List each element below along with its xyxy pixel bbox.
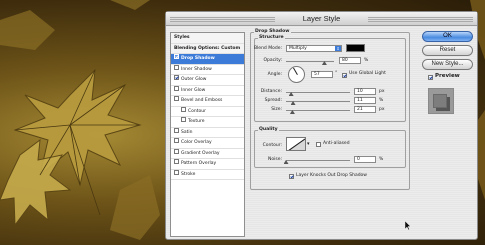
style-item-checkbox[interactable] [174,85,179,91]
style-item-inner-shadow[interactable]: Inner Shadow [171,64,244,75]
opacity-unit: % [364,58,369,63]
style-item-label: Stroke [181,171,196,177]
distance-unit: px [379,89,385,94]
spread-slider[interactable] [286,101,350,102]
contour-dropdown-arrow-icon[interactable]: ▾ [307,141,310,147]
size-label: Size: [271,107,282,112]
style-item-label: Color Overlay [181,140,212,145]
style-item-checkbox[interactable] [174,96,179,101]
size-unit: px [379,107,385,112]
contour-label: Contour: [262,143,282,148]
angle-unit: ° [335,71,338,76]
dialog-title: Layer Style [302,14,341,23]
style-item-label: Satin [181,129,193,135]
style-item-checkbox[interactable] [174,64,179,70]
blend-mode-select[interactable]: Multiply ⇕ [286,45,342,52]
noise-slider[interactable] [286,160,350,161]
spread-field[interactable]: 11 [354,97,376,104]
style-item-stroke[interactable]: Stroke [171,169,244,180]
select-arrows-icon: ⇕ [335,46,341,51]
style-item-gradient-overlay[interactable]: Gradient Overlay [171,148,244,159]
use-global-light-checkbox[interactable] [342,73,347,78]
noise-unit: % [379,157,384,162]
spread-unit: % [379,98,384,103]
style-item-label: Blending Options: Custom [174,45,241,51]
blend-mode-label: Blend Mode: [253,46,282,51]
style-item-inner-glow[interactable]: Inner Glow [171,85,244,96]
blend-mode-value: Multiply [289,46,307,51]
contour-curve-icon[interactable] [286,137,306,151]
angle-dial-hand [293,67,298,75]
opacity-field[interactable]: 80 [339,57,361,64]
structure-title: Structure [258,35,285,40]
style-item-styles[interactable]: Styles [171,33,244,44]
drop-shadow-title: Drop Shadow [254,29,291,34]
noise-label: Noise: [268,157,282,162]
layer-knocks-out-label: Layer Knocks Out Drop Shadow [296,173,367,178]
ok-button[interactable]: OK [422,31,473,42]
layer-knocks-out-checkbox[interactable] [289,174,294,179]
titlebar-grip [368,16,473,22]
distance-field[interactable]: 10 [354,88,376,95]
distance-label: Distance: [260,89,282,94]
anti-aliased-checkbox[interactable] [316,142,321,147]
style-item-checkbox[interactable] [181,117,186,122]
opacity-label: Opacity: [263,58,283,63]
preview-checkbox[interactable] [428,75,433,80]
style-item-checkbox[interactable] [174,127,179,133]
style-preview-thumbnail [428,88,454,114]
style-item-checkbox[interactable] [174,169,179,175]
layer-style-dialog: Layer Style Styles Blending Options: Cust… [165,11,478,240]
style-item-bevel-and-emboss[interactable]: Bevel and Emboss [171,96,244,107]
style-item-checkbox[interactable] [174,159,179,164]
style-item-satin[interactable]: Satin [171,127,244,138]
new-style-button[interactable]: New Style... [422,59,473,70]
shadow-color-swatch[interactable] [346,44,365,52]
style-item-label: Bevel and Emboss [181,98,223,103]
style-item-checkbox[interactable] [174,54,179,59]
style-item-label: Outer Glow [181,77,207,82]
style-item-blending-options-custom[interactable]: Blending Options: Custom [171,43,244,54]
opacity-slider[interactable] [286,61,334,62]
dialog-titlebar[interactable]: Layer Style [166,12,477,26]
style-item-pattern-overlay[interactable]: Pattern Overlay [171,159,244,170]
style-item-color-overlay[interactable]: Color Overlay [171,138,244,149]
spread-label: Spread: [264,98,282,103]
style-item-label: Texture [188,119,205,124]
style-item-drop-shadow[interactable]: Drop Shadow [171,54,244,65]
angle-field[interactable]: 57 [311,71,333,78]
style-item-checkbox[interactable] [174,75,179,80]
use-global-light-label: Use Global Light [349,71,386,76]
angle-dial-icon[interactable] [288,66,305,83]
quality-group [254,130,406,168]
style-item-checkbox[interactable] [174,138,179,143]
style-item-checkbox[interactable] [174,148,179,154]
style-item-label: Pattern Overlay [181,161,217,166]
quality-title: Quality [258,127,279,132]
preview-square [433,94,447,108]
style-item-label: Styles [174,35,190,40]
contour-curve-graphic [288,138,305,150]
style-item-label: Inner Shadow [181,66,212,72]
style-item-label: Inner Glow [181,87,206,93]
styles-list: Styles Blending Options: Custom Drop Shado… [170,32,245,237]
angle-label: Angle: [267,72,282,77]
style-item-checkbox[interactable] [181,106,186,112]
style-item-outer-glow[interactable]: Outer Glow [171,75,244,86]
style-item-label: Drop Shadow [181,56,215,61]
titlebar-grip [170,16,275,22]
mouse-pointer-icon [405,221,411,230]
noise-field[interactable]: 0 [354,156,376,163]
style-item-texture[interactable]: Texture [171,117,244,128]
size-slider[interactable] [286,110,350,111]
anti-aliased-label: Anti-aliased [323,141,350,146]
style-item-contour[interactable]: Contour [171,106,244,117]
reset-button[interactable]: Reset [422,45,473,56]
style-item-label: Gradient Overlay [181,150,220,156]
distance-slider[interactable] [286,92,350,93]
size-field[interactable]: 21 [354,106,376,113]
preview-label: Preview [435,73,460,79]
style-item-label: Contour [188,108,206,114]
